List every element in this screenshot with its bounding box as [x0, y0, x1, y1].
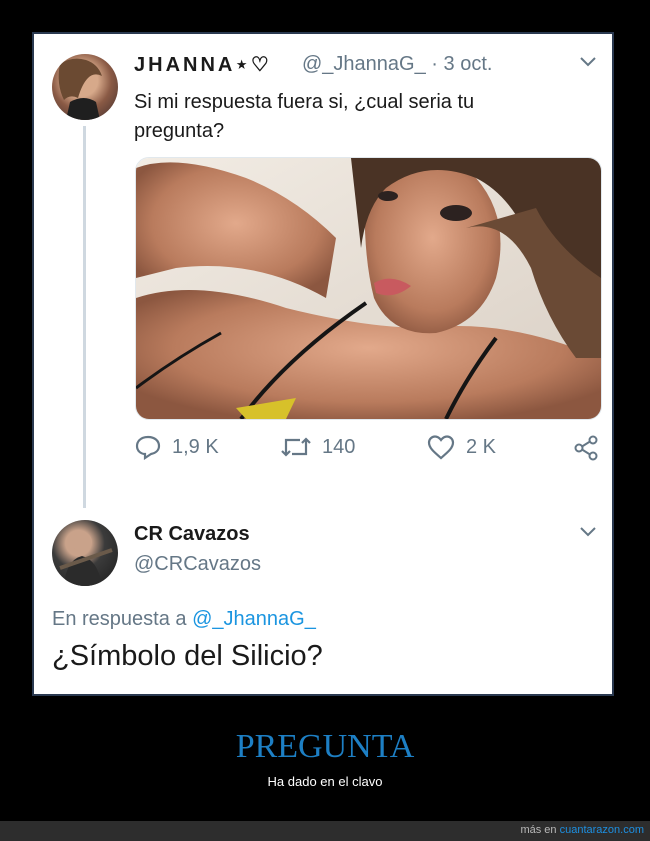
retweet-icon[interactable]: [280, 434, 312, 460]
retweet-action[interactable]: 140: [280, 434, 355, 460]
like-icon[interactable]: [426, 434, 456, 460]
tweet-time[interactable]: · 3 oct.: [431, 53, 492, 75]
tweet-thread: JHANNA⋆♡ @_JhannaG_ · 3 oct. Si mi respu…: [34, 34, 612, 694]
tweet-actions: 1,9 K 140 2 K: [134, 434, 604, 468]
handle-text[interactable]: @_JhannaG_: [302, 53, 426, 75]
reply-context: En respuesta a @_JhannaG_: [52, 608, 316, 631]
tweet-text: Si mi respuesta fuera si, ¿cual seria tu…: [134, 91, 475, 142]
meme-subtitle: Ha dado en el clavo: [267, 774, 383, 789]
tweet-author-handle[interactable]: @_JhannaG_ · 3 oct.: [302, 53, 492, 76]
meme-title: PREGUNTA: [235, 728, 415, 765]
reply-mention-link[interactable]: @_JhannaG_: [192, 608, 316, 630]
like-count: 2 K: [466, 435, 497, 458]
avatar[interactable]: [52, 520, 118, 586]
reply-icon[interactable]: [134, 434, 162, 460]
avatar[interactable]: [52, 54, 118, 120]
reply-text: ¿Símbolo del Silicio?: [52, 640, 323, 672]
reply-prefix: En respuesta a: [52, 608, 187, 630]
footer-prefix: más en: [520, 824, 557, 836]
share-action[interactable]: [572, 434, 610, 462]
like-action[interactable]: 2 K: [426, 434, 496, 460]
reply-author-handle[interactable]: @CRCavazos: [134, 553, 261, 576]
thread-line: [83, 126, 86, 508]
tweet-photo[interactable]: [135, 157, 602, 420]
chevron-down-icon[interactable]: [578, 522, 598, 545]
footer-text: más en cuantarazon.com: [520, 824, 644, 836]
meme-frame: JHANNA⋆♡ @_JhannaG_ · 3 oct. Si mi respu…: [32, 32, 614, 696]
footer-bar: más en cuantarazon.com: [0, 821, 650, 841]
footer-site-link[interactable]: cuantarazon.com: [560, 824, 644, 836]
reply-count: 1,9 K: [172, 435, 219, 458]
reply-action[interactable]: 1,9 K: [134, 434, 219, 460]
chevron-down-icon[interactable]: [578, 52, 598, 75]
share-icon[interactable]: [572, 434, 600, 462]
tweet-author-name[interactable]: JHANNA⋆♡: [134, 52, 272, 77]
reply-author-name[interactable]: CR Cavazos: [134, 523, 250, 546]
retweet-count: 140: [322, 435, 356, 458]
